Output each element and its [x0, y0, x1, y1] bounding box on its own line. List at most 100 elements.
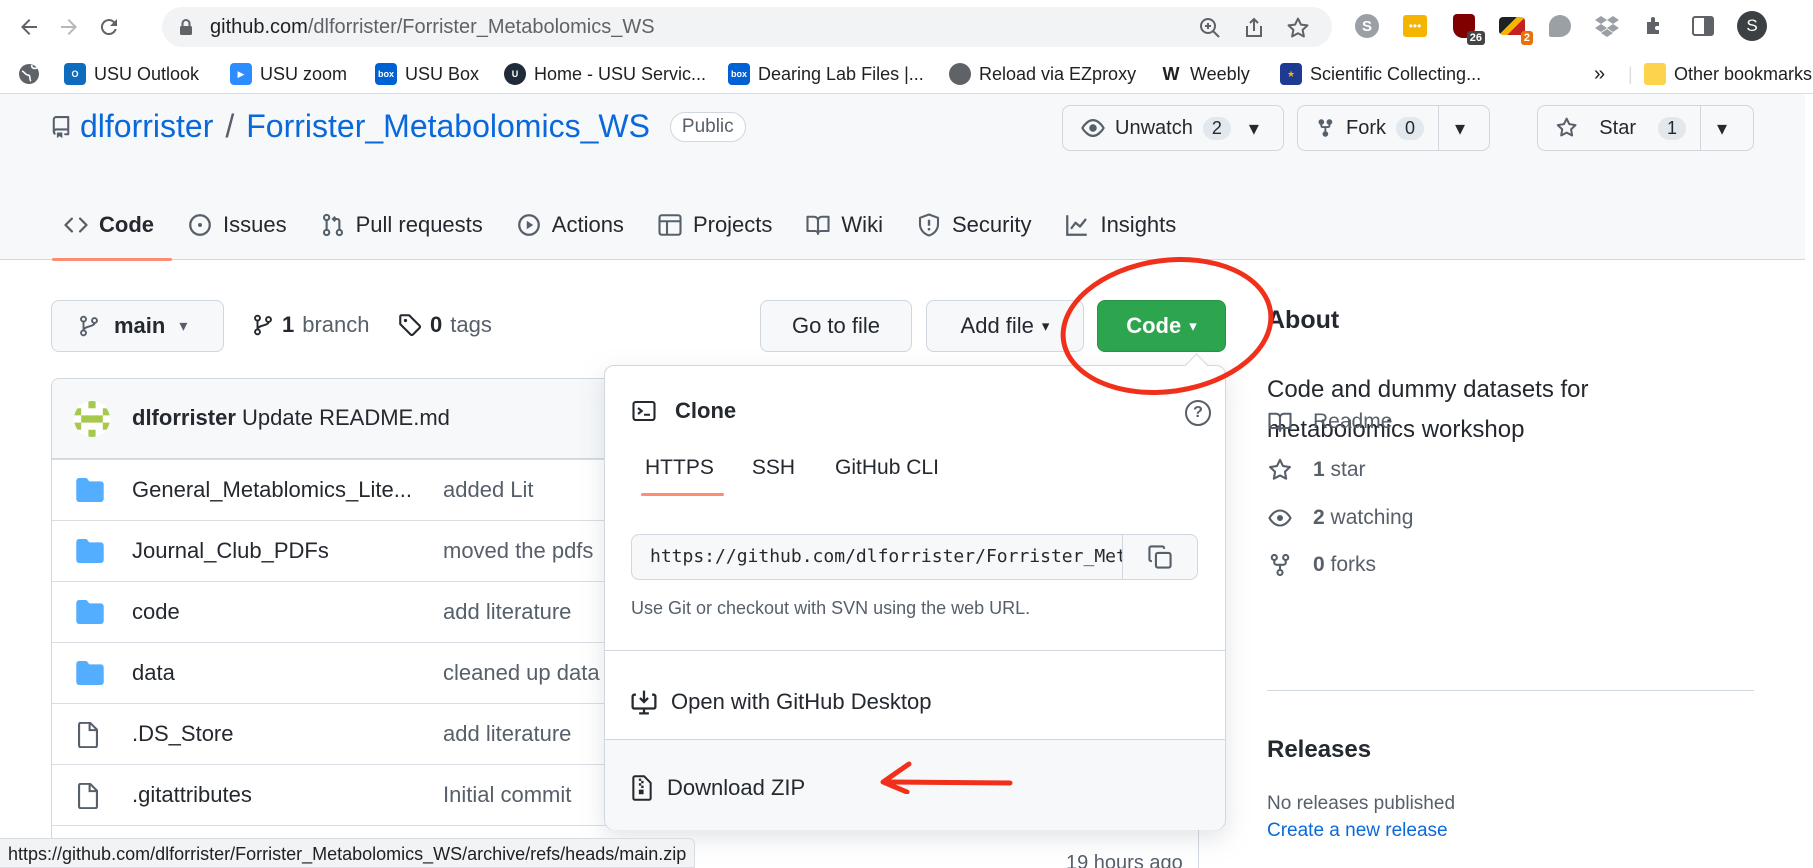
commit-author-link[interactable]: dlforrister: [132, 405, 236, 430]
share-icon[interactable]: [1242, 16, 1266, 40]
bookmark-weebly[interactable]: W Weebly: [1160, 59, 1250, 89]
last-commit-time: 19 hours ago: [1066, 852, 1183, 868]
forward-button[interactable]: [52, 10, 86, 44]
tab-ssh[interactable]: SSH: [730, 456, 815, 502]
back-button[interactable]: [12, 10, 46, 44]
zoom-icon[interactable]: [1198, 16, 1222, 40]
notes-extension-icon[interactable]: •••: [1400, 11, 1430, 41]
bookmark-dearing-lab[interactable]: box Dearing Lab Files |...: [728, 59, 924, 89]
bookmark-scientific-collecting[interactable]: ★ Scientific Collecting...: [1280, 59, 1481, 89]
tab-insights[interactable]: Insights: [1051, 202, 1196, 260]
caret-down-icon: ▾: [1248, 117, 1259, 140]
tab-issues[interactable]: Issues: [174, 202, 307, 260]
repo-name-link[interactable]: Forrister_Metabolomics_WS: [246, 108, 650, 145]
file-commit-message[interactable]: added Lit: [443, 477, 534, 503]
address-bar[interactable]: github.com/dlforrister/Forrister_Metabol…: [162, 7, 1332, 47]
open-github-desktop-button[interactable]: Open with GitHub Desktop: [631, 689, 931, 715]
tab-github-cli[interactable]: GitHub CLI: [815, 456, 955, 502]
file-commit-message[interactable]: Initial commit: [443, 782, 571, 808]
file-name-link[interactable]: .DS_Store: [132, 721, 234, 747]
releases-heading[interactable]: Releases: [1267, 736, 1371, 764]
help-icon[interactable]: ?: [1185, 400, 1211, 426]
file-name-link[interactable]: Journal_Club_PDFs: [132, 538, 329, 564]
fork-dropdown[interactable]: ▾: [1438, 106, 1481, 150]
zotero-extension-icon[interactable]: 2: [1497, 11, 1533, 45]
file-name-link[interactable]: data: [132, 660, 175, 686]
tab-projects[interactable]: Projects: [644, 202, 792, 260]
skype-extension-icon[interactable]: S: [1352, 11, 1382, 41]
bookmarks-separator: |: [1628, 63, 1633, 84]
file-commit-message[interactable]: add literature: [443, 599, 571, 625]
chat-extension-icon[interactable]: [1545, 11, 1575, 41]
more-bookmarks-button[interactable]: »: [1594, 59, 1605, 89]
tags-link[interactable]: 0 tags: [398, 312, 492, 338]
bookmark-usu-outlook[interactable]: O USU Outlook: [64, 59, 199, 89]
copy-icon: [1148, 545, 1172, 569]
author-avatar[interactable]: [74, 401, 110, 437]
reload-button[interactable]: [92, 10, 126, 44]
usu-icon: U: [504, 63, 526, 85]
file-name-link[interactable]: .gitattributes: [132, 782, 252, 808]
eye-icon: [1081, 119, 1105, 137]
readme-link[interactable]: Readme: [1267, 410, 1392, 434]
file-commit-message[interactable]: moved the pdfs: [443, 538, 593, 564]
file-commit-message[interactable]: add literature: [443, 721, 571, 747]
extensions-puzzle-icon[interactable]: [1640, 11, 1670, 41]
forks-link[interactable]: 0 forks: [1267, 553, 1376, 577]
profile-avatar[interactable]: S: [1737, 11, 1767, 41]
star-button[interactable]: Star 1 ▾: [1537, 105, 1754, 151]
tab-https[interactable]: HTTPS: [629, 456, 730, 502]
status-bar-url: https://github.com/dlforrister/Forrister…: [0, 838, 696, 868]
watch-count: 2: [1202, 116, 1231, 140]
bookmark-ezproxy[interactable]: Reload via EZproxy: [949, 59, 1136, 89]
repo-icon: [52, 115, 70, 138]
tab-code[interactable]: Code: [50, 202, 174, 261]
commit-message-link[interactable]: Update README.md: [242, 405, 450, 430]
shield-icon: [918, 213, 940, 237]
scrollbar[interactable]: [1805, 94, 1813, 868]
download-zip-button[interactable]: Download ZIP: [631, 775, 805, 801]
file-name-link[interactable]: code: [132, 599, 180, 625]
tab-actions[interactable]: Actions: [503, 202, 644, 260]
annotation-arrow: [880, 761, 1013, 794]
repo-header: dlforrister / Forrister_Metabolomics_WS …: [0, 94, 1813, 261]
clone-protocol-tabs: HTTPS SSH GitHub CLI: [629, 456, 955, 502]
other-bookmarks[interactable]: Other bookmarks: [1644, 59, 1812, 89]
repo-owner-link[interactable]: dlforrister: [80, 108, 213, 145]
branches-link[interactable]: 1 branch: [252, 312, 370, 338]
dropbox-extension-icon[interactable]: [1592, 11, 1622, 41]
side-panel-icon[interactable]: [1688, 11, 1718, 41]
go-to-file-button[interactable]: Go to file: [760, 300, 912, 352]
ublock-extension-icon[interactable]: 26: [1449, 11, 1485, 45]
weebly-icon: W: [1160, 63, 1182, 85]
bookmark-usu-service[interactable]: U Home - USU Servic...: [504, 59, 706, 89]
fork-button[interactable]: Fork 0 ▾: [1297, 105, 1490, 151]
watchers-link[interactable]: 2 watching: [1267, 506, 1413, 530]
bookmark-star-icon[interactable]: [1286, 16, 1310, 40]
repo-title: dlforrister / Forrister_Metabolomics_WS …: [50, 108, 746, 145]
tab-security[interactable]: Security: [903, 202, 1051, 260]
unwatch-button[interactable]: Unwatch 2 ▾: [1062, 105, 1284, 151]
issue-icon: [189, 214, 211, 236]
reload-icon: [100, 19, 117, 36]
copy-url-button[interactable]: [1122, 534, 1198, 580]
bookmark-usu-box[interactable]: box USU Box: [375, 59, 479, 89]
clone-url-input[interactable]: https://github.com/dlforrister/Forrister…: [631, 534, 1123, 580]
branch-selector[interactable]: main ▾: [51, 300, 224, 352]
folder-icon: [76, 478, 104, 502]
create-release-link[interactable]: Create a new release: [1267, 820, 1448, 842]
tab-wiki[interactable]: Wiki: [792, 202, 903, 260]
terminal-icon: [632, 400, 656, 422]
tab-pull-requests[interactable]: Pull requests: [307, 202, 503, 260]
file-commit-message[interactable]: cleaned up data: [443, 660, 600, 686]
caret-down-icon: ▾: [1455, 117, 1466, 140]
table-icon: [658, 214, 682, 236]
bookmark-globe[interactable]: [18, 59, 40, 89]
star-dropdown[interactable]: ▾: [1700, 106, 1743, 150]
bookmark-usu-zoom[interactable]: ▶ USU zoom: [230, 59, 347, 89]
folder-icon: [76, 661, 104, 685]
folder-icon: [76, 600, 104, 624]
branch-icon: [254, 314, 272, 336]
file-name-link[interactable]: General_Metablomics_Lite...: [132, 477, 412, 503]
stars-link[interactable]: 1 star: [1267, 458, 1366, 482]
